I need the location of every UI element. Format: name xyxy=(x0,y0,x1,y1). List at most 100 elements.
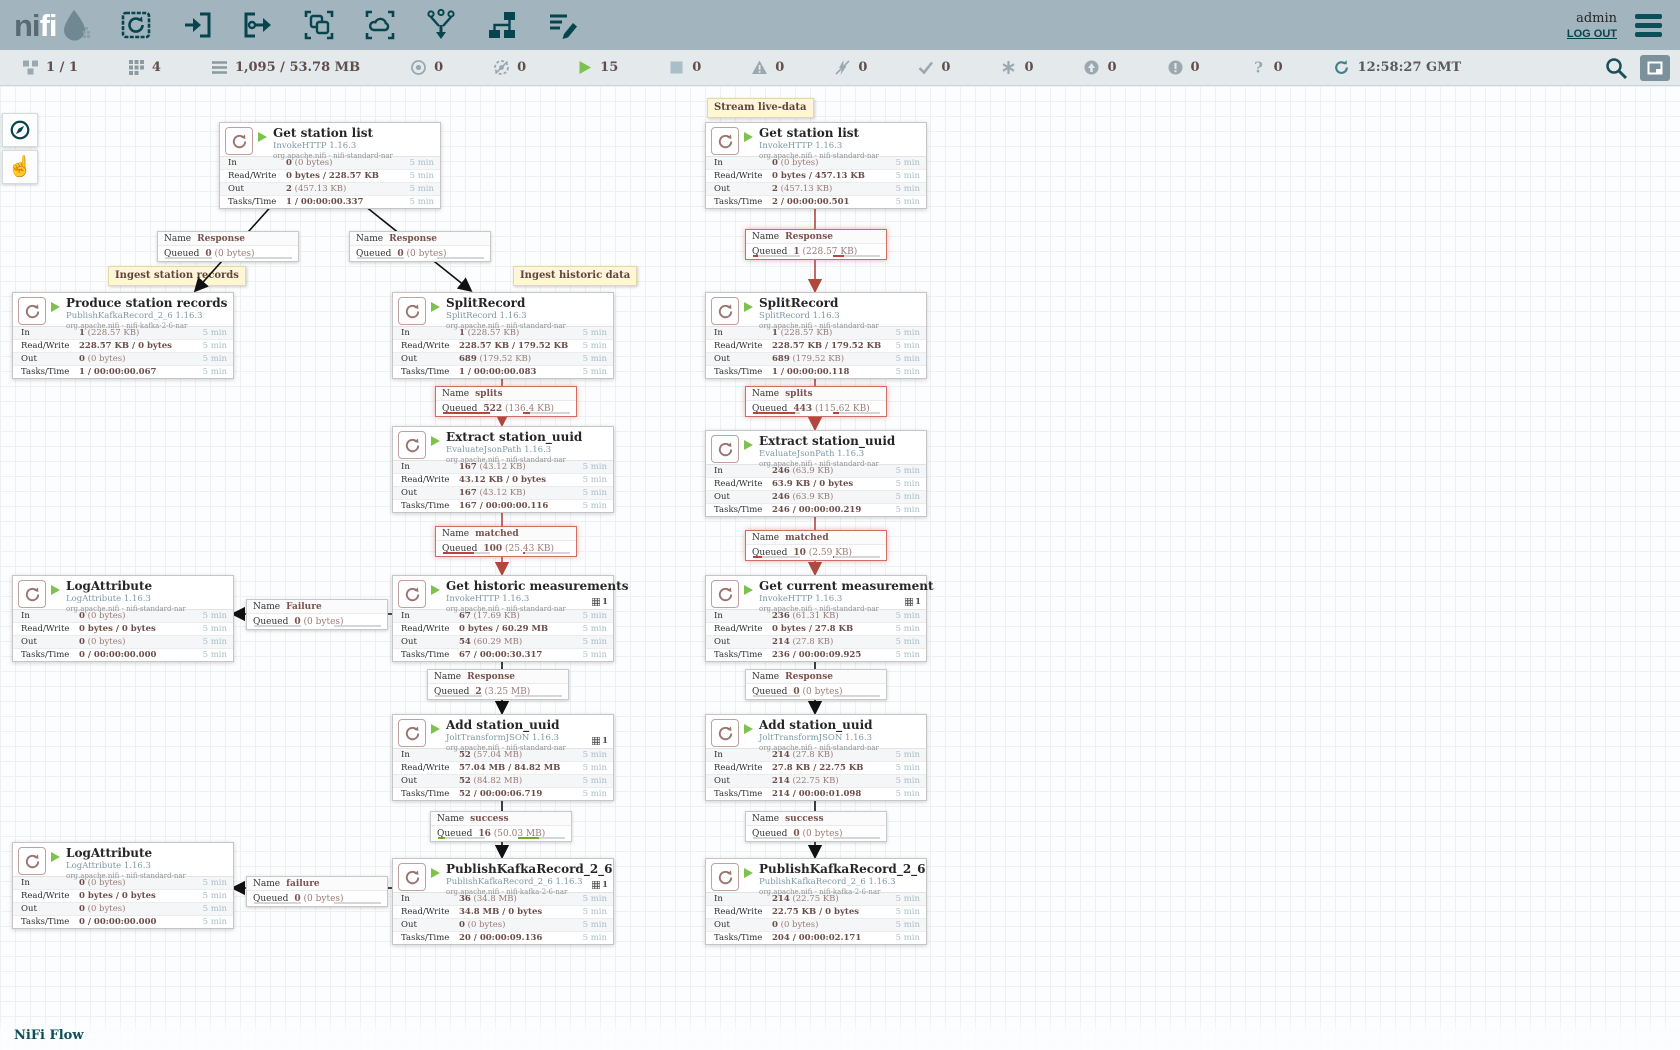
locally-modified-stale-icon xyxy=(1167,59,1184,76)
processor-node[interactable]: Extract station_uuid EvaluateJsonPath 1.… xyxy=(392,426,614,513)
flow-label[interactable]: Ingest historic data xyxy=(513,266,637,286)
processor-node[interactable]: Get station list InvokeHTTP 1.16.3 org.a… xyxy=(219,122,441,209)
processor-stats: In67 (17.69 KB)5 minRead/Write0 bytes / … xyxy=(393,609,613,661)
stat-row-out: Out0 (0 bytes)5 min xyxy=(13,352,233,365)
breadcrumb[interactable]: NiFi Flow xyxy=(14,1028,84,1043)
connection-name-row: Namematched xyxy=(436,527,576,541)
queue-count-bar xyxy=(753,556,800,558)
processor-bundle: org.apache.nifi - nifi-standard-nar xyxy=(446,456,613,464)
stat-row-read-write: Read/Write27.8 KB / 22.75 KB5 min xyxy=(706,761,926,774)
flow-label[interactable]: Ingest station records xyxy=(108,266,246,286)
input-port-icon[interactable] xyxy=(180,8,214,42)
processor-name: PublishKafkaRecord_2_6 xyxy=(446,862,613,876)
processor-node[interactable]: PublishKafkaRecord_2_6 PublishKafkaRecor… xyxy=(392,858,614,945)
processor-node[interactable]: Get current measurement InvokeHTTP 1.16.… xyxy=(705,575,927,662)
output-port-icon[interactable] xyxy=(241,8,275,42)
processor-stats: In214 (22.75 KB)5 minRead/Write22.75 KB … xyxy=(706,892,926,944)
status-cluster-count: 1 / 1 xyxy=(46,60,78,75)
template-icon[interactable] xyxy=(485,8,519,42)
processor-stamp-icon xyxy=(18,847,46,875)
transmitting-icon xyxy=(410,59,427,76)
stat-row-tasks-time: Tasks/Time167 / 00:00:00.1165 min xyxy=(393,499,613,512)
flow-canvas[interactable]: NiFi Flow Ingest station records Ingest h… xyxy=(0,86,1680,1050)
processor-node[interactable]: Get station list InvokeHTTP 1.16.3 org.a… xyxy=(705,122,927,209)
connection-label[interactable]: Namesplits Queued443 (115.62 KB) xyxy=(745,386,887,417)
connection-label[interactable]: Namematched Queued100 (25.43 KB) xyxy=(435,526,577,557)
refresh-control[interactable]: 12:58:27 GMT xyxy=(1333,59,1462,76)
stat-row-tasks-time: Tasks/Time204 / 00:00:02.1715 min xyxy=(706,931,926,944)
processor-node[interactable]: Add station_uuid JoltTransformJSON 1.16.… xyxy=(392,714,614,801)
stat-row-tasks-time: Tasks/Time1 / 00:00:00.0835 min xyxy=(393,365,613,378)
processor-node[interactable]: SplitRecord SplitRecord 1.16.3 org.apach… xyxy=(705,292,927,379)
connection-label[interactable]: Namefailure Queued0 (0 bytes) xyxy=(246,876,388,907)
invalid-icon xyxy=(751,59,768,76)
queue-size-bar xyxy=(518,837,565,839)
processor-node[interactable]: Extract station_uuid EvaluateJsonPath 1.… xyxy=(705,430,927,517)
running-status-icon xyxy=(258,132,267,142)
process-group-count-icon xyxy=(128,59,145,76)
processor-bundle: org.apache.nifi - nifi-standard-nar xyxy=(759,605,926,613)
flow-label[interactable]: Stream live-data xyxy=(707,98,814,118)
processor-node[interactable]: PublishKafkaRecord_2_6 PublishKafkaRecor… xyxy=(705,858,927,945)
connection-name-row: Namesplits xyxy=(746,387,886,401)
connection-name-row: Namesuccess xyxy=(431,812,571,826)
birdseye-toggle-icon[interactable] xyxy=(1640,55,1670,81)
processor-stats: In167 (43.12 KB)5 minRead/Write43.12 KB … xyxy=(393,460,613,512)
processor-bundle: org.apache.nifi - nifi-standard-nar xyxy=(446,605,613,613)
processor-bundle: org.apache.nifi - nifi-standard-nar xyxy=(446,744,613,752)
connection-label[interactable]: NameResponse Queued0 (0 bytes) xyxy=(745,669,887,700)
processor-node[interactable]: Produce station records PublishKafkaReco… xyxy=(12,292,234,379)
label-icon[interactable] xyxy=(546,8,580,42)
processor-node[interactable]: Add station_uuid JoltTransformJSON 1.16.… xyxy=(705,714,927,801)
connection-label[interactable]: NameFailure Queued0 (0 bytes) xyxy=(246,599,388,630)
connection-label[interactable]: NameResponse Queued1 (228.57 KB) xyxy=(745,229,887,260)
connection-label[interactable]: Namesplits Queued522 (136.4 KB) xyxy=(435,386,577,417)
connection-label[interactable]: NameResponse Queued0 (0 bytes) xyxy=(157,231,299,262)
stat-row-out: Out167 (43.12 KB)5 min xyxy=(393,486,613,499)
logout-link[interactable]: LOG OUT xyxy=(1567,28,1617,40)
queue-size-bar xyxy=(833,255,880,257)
connection-name-row: Namefailure xyxy=(247,877,387,891)
processor-node[interactable]: Get historic measurements InvokeHTTP 1.1… xyxy=(392,575,614,662)
nifi-logo: nifi xyxy=(14,7,93,43)
top-toolbar: nifi admin LOG OUT xyxy=(0,0,1680,50)
connection-label[interactable]: Namesuccess Queued16 (50.03 MB) xyxy=(430,811,572,842)
connection-label[interactable]: Namesuccess Queued0 (0 bytes) xyxy=(745,811,887,842)
stat-row-read-write: Read/Write0 bytes / 0 bytes5 min xyxy=(13,622,233,635)
processor-name: LogAttribute xyxy=(66,846,233,860)
svg-text:?: ? xyxy=(1254,59,1263,76)
connection-label[interactable]: Namematched Queued10 (2.59 KB) xyxy=(745,530,887,561)
stat-row-out: Out52 (84.82 MB)5 min xyxy=(393,774,613,787)
processor-node[interactable]: LogAttribute LogAttribute 1.16.3 org.apa… xyxy=(12,842,234,929)
connection-label[interactable]: NameResponse Queued2 (3.25 MB) xyxy=(427,669,569,700)
search-icon[interactable] xyxy=(1604,56,1628,80)
processor-type: JoltTransformJSON 1.16.3 xyxy=(759,733,926,743)
operate-palette-toggle[interactable]: ☝ xyxy=(2,150,38,184)
locally-modified-icon xyxy=(1000,59,1017,76)
process-group-icon[interactable] xyxy=(302,8,336,42)
queue-size-bar xyxy=(523,412,570,414)
funnel-icon[interactable] xyxy=(424,8,458,42)
active-threads-badge: 1 xyxy=(592,736,608,746)
status-items: 1 / 141,095 / 53.78 MB00150000000?0 xyxy=(22,59,1283,76)
processor-stamp-icon xyxy=(398,580,426,608)
processor-type: InvokeHTTP 1.16.3 xyxy=(273,141,440,151)
connection-queue-row: Queued100 (25.43 KB) xyxy=(436,541,576,556)
stat-row-out: Out689 (179.52 KB)5 min xyxy=(393,352,613,365)
processor-name: Extract station_uuid xyxy=(446,430,613,444)
stat-row-out: Out0 (0 bytes)5 min xyxy=(706,918,926,931)
remote-process-group-icon[interactable] xyxy=(363,8,397,42)
processor-icon[interactable] xyxy=(119,8,153,42)
connection-label[interactable]: NameResponse Queued0 (0 bytes) xyxy=(349,231,491,262)
queue-size-bar xyxy=(437,257,484,259)
stat-row-tasks-time: Tasks/Time1 / 00:00:00.0675 min xyxy=(13,365,233,378)
processor-node[interactable]: LogAttribute LogAttribute 1.16.3 org.apa… xyxy=(12,575,234,662)
up-to-date-icon xyxy=(917,59,934,76)
navigate-palette-toggle[interactable] xyxy=(2,113,38,147)
last-refreshed-time: 12:58:27 GMT xyxy=(1358,60,1462,75)
status-locally-modified: 0 xyxy=(1000,59,1033,76)
global-menu-icon[interactable] xyxy=(1631,10,1666,41)
processor-stamp-icon xyxy=(398,863,426,891)
processor-node[interactable]: SplitRecord SplitRecord 1.16.3 org.apach… xyxy=(392,292,614,379)
processor-type: InvokeHTTP 1.16.3 xyxy=(446,594,613,604)
